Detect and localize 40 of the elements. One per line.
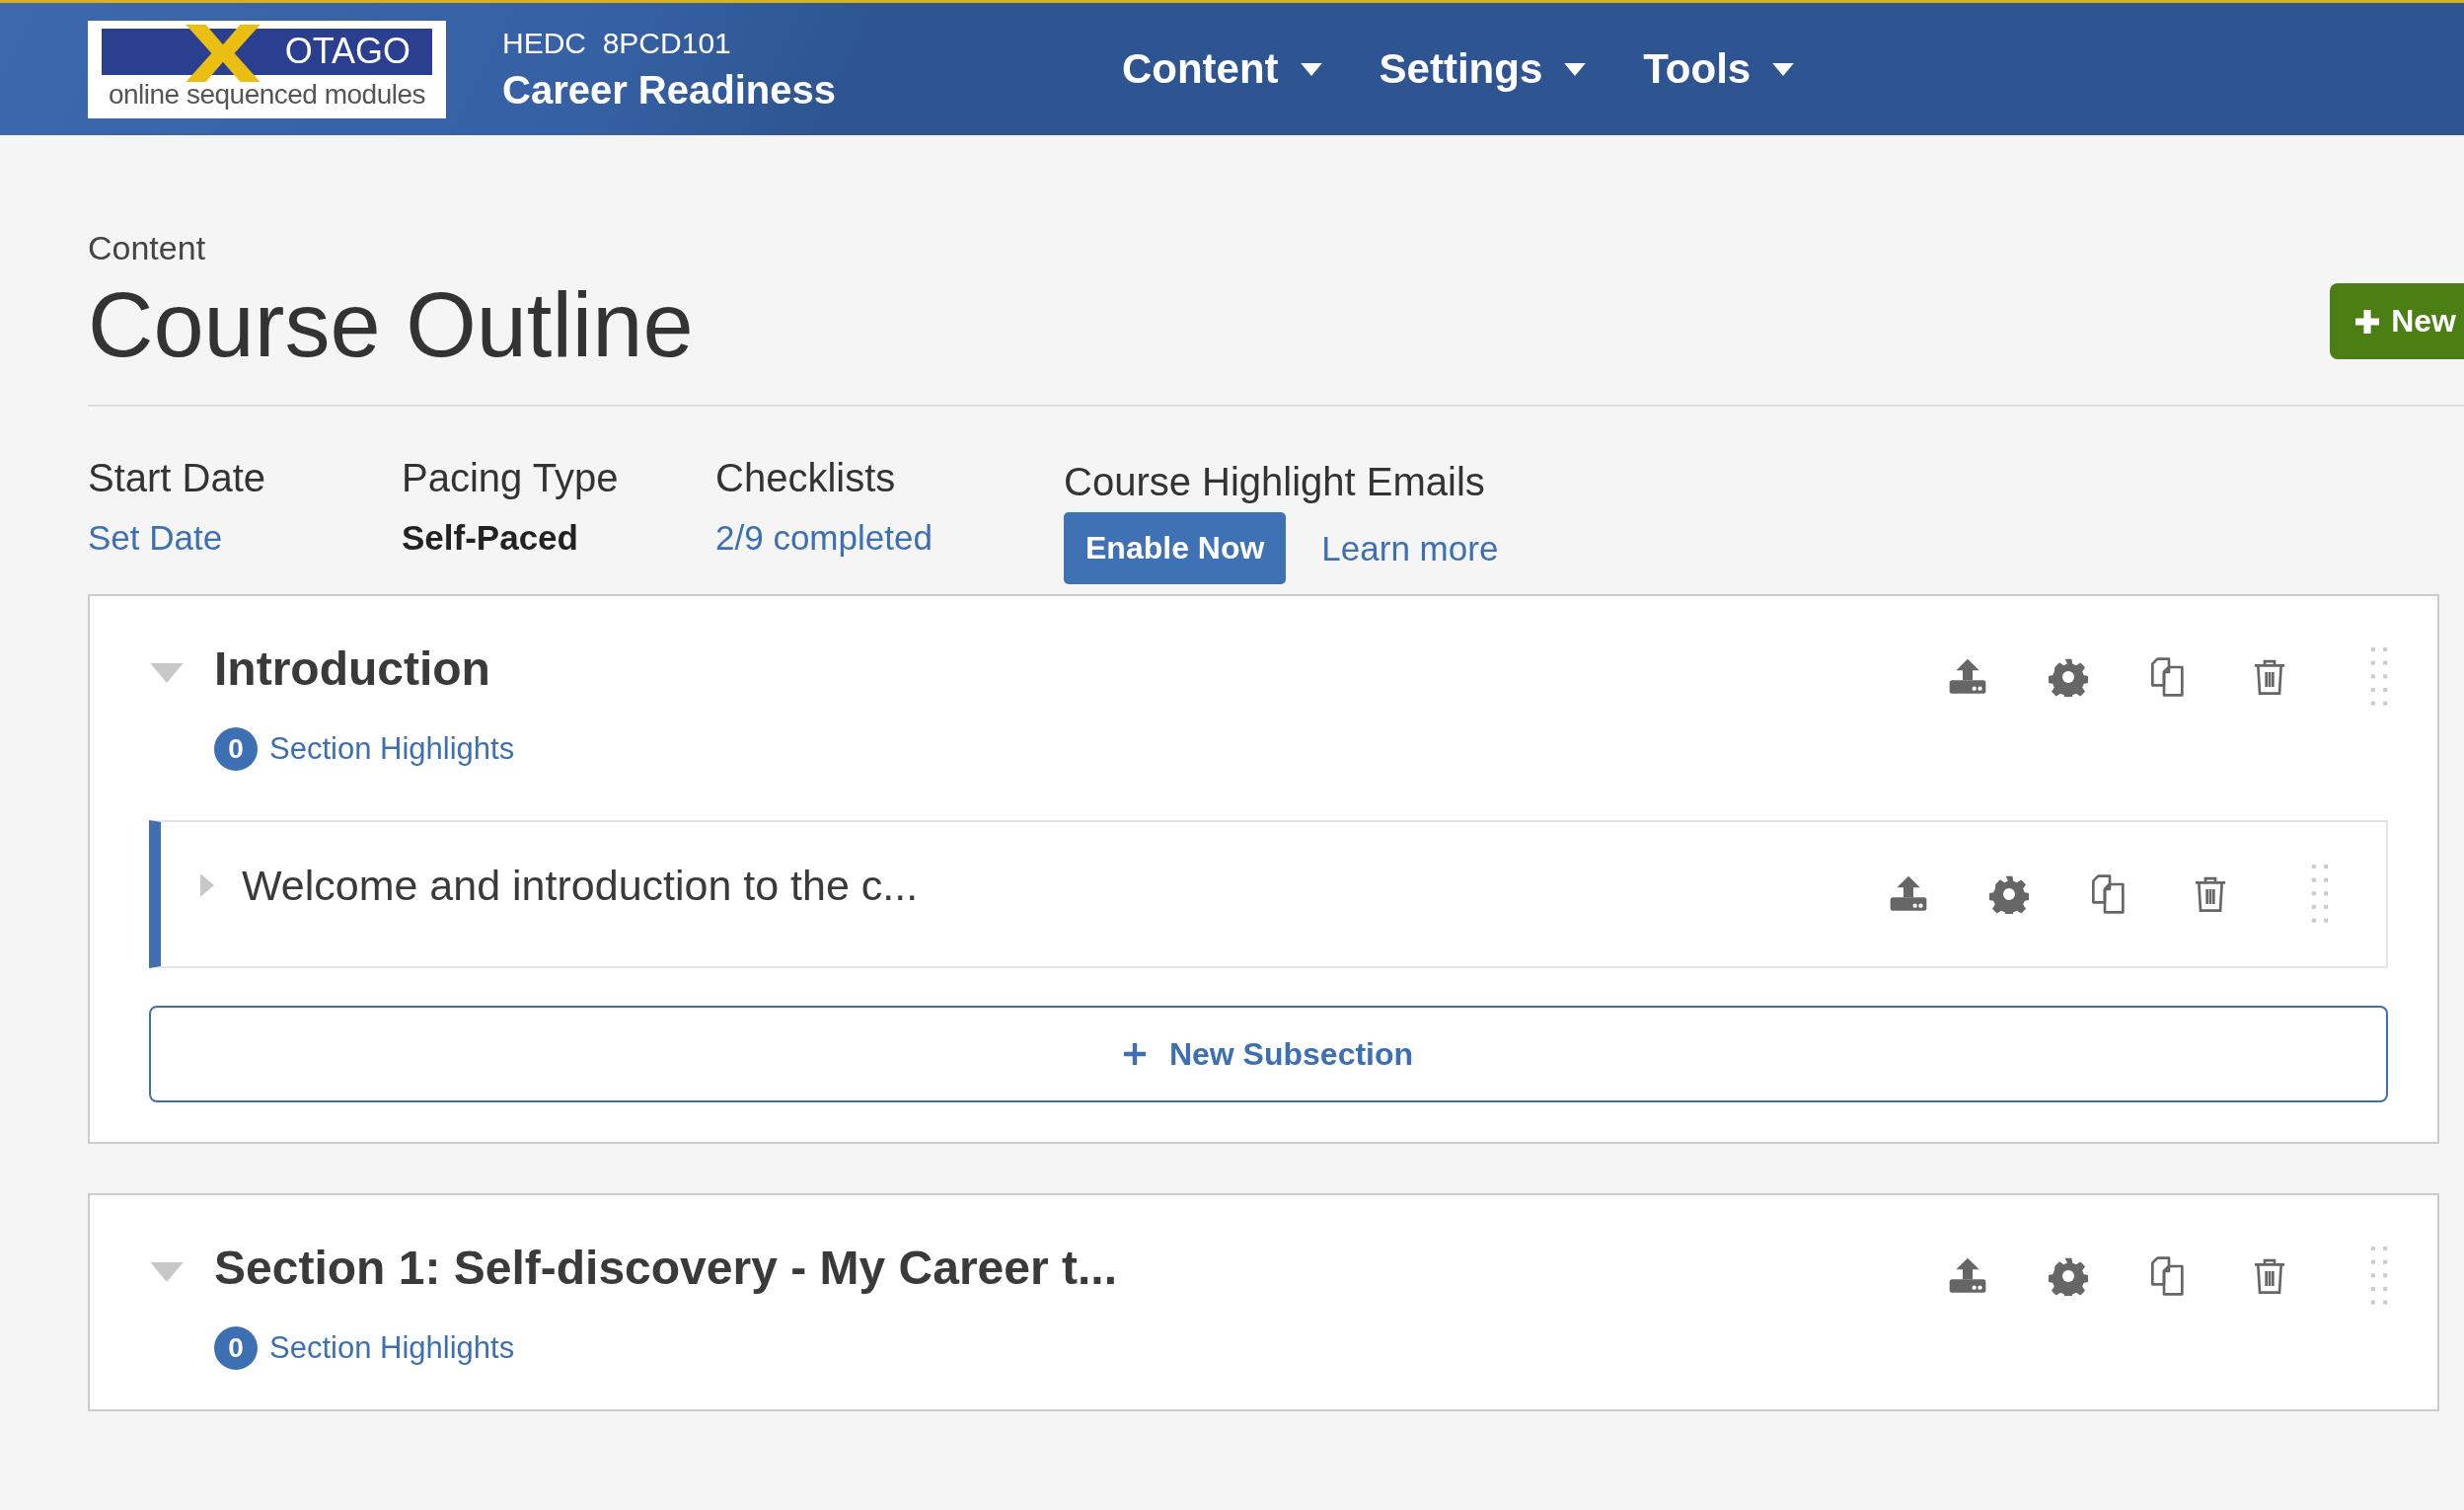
- enable-button[interactable]: Enable Now: [1064, 512, 1287, 585]
- settings-icon[interactable]: [2049, 1256, 2088, 1297]
- highlights-count-badge: 0: [214, 727, 258, 772]
- section-highlights-link[interactable]: Section Highlights: [269, 731, 515, 768]
- plus-icon: [1123, 1043, 1146, 1066]
- section-title[interactable]: Introduction: [214, 642, 1948, 697]
- highlights-count-badge: 0: [214, 1326, 258, 1371]
- new-button[interactable]: New: [2330, 283, 2464, 359]
- settings-icon[interactable]: [2049, 657, 2088, 698]
- stat-value: Self-Paced: [402, 518, 579, 559]
- course-code: HEDC 8PCD101: [502, 26, 732, 60]
- caret-icon: [1772, 62, 1795, 76]
- subsection-row[interactable]: Welcome and introduction to the c...: [149, 820, 2388, 969]
- stat-label: Start Date: [88, 456, 267, 501]
- nav-menu[interactable]: Tools: [1643, 45, 1795, 93]
- logo-tagline: online sequenced modules: [108, 78, 426, 111]
- page-title: Course Outline: [88, 275, 694, 376]
- stat-label: Checklists: [715, 456, 897, 501]
- nav-menu[interactable]: Settings: [1379, 45, 1587, 93]
- caret-icon: [1300, 62, 1322, 76]
- logo[interactable]: OTAGO online sequenced modules: [88, 20, 446, 118]
- subsection-title: Welcome and introduction to the c...: [242, 861, 920, 910]
- stat-link[interactable]: 2/9 completed: [715, 518, 1064, 559]
- section-highlights-link[interactable]: Section Highlights: [269, 1330, 515, 1367]
- breadcrumb: Content: [88, 229, 207, 267]
- course-name: Career Readiness: [502, 67, 836, 113]
- logo-word: OTAGO: [284, 31, 411, 72]
- drag-handle-icon[interactable]: [2311, 865, 2329, 925]
- nav-menu[interactable]: Content: [1121, 45, 1322, 93]
- new-subsection-button[interactable]: New Subsection: [149, 1006, 2388, 1103]
- stat-link[interactable]: Set Date: [88, 518, 402, 559]
- stat-label: Pacing Type: [402, 456, 620, 501]
- drag-handle-icon[interactable]: [2370, 1246, 2388, 1307]
- caret-icon: [1564, 62, 1587, 76]
- stat-label: Course Highlight Emails: [1064, 460, 1486, 505]
- settings-icon[interactable]: [1989, 874, 2029, 915]
- section-title[interactable]: Section 1: Self-discovery - My Career t...: [214, 1241, 1948, 1296]
- plus-icon: [2355, 309, 2380, 334]
- learn-more-link[interactable]: Learn more: [1321, 528, 1499, 568]
- drag-handle-icon[interactable]: [2370, 647, 2388, 708]
